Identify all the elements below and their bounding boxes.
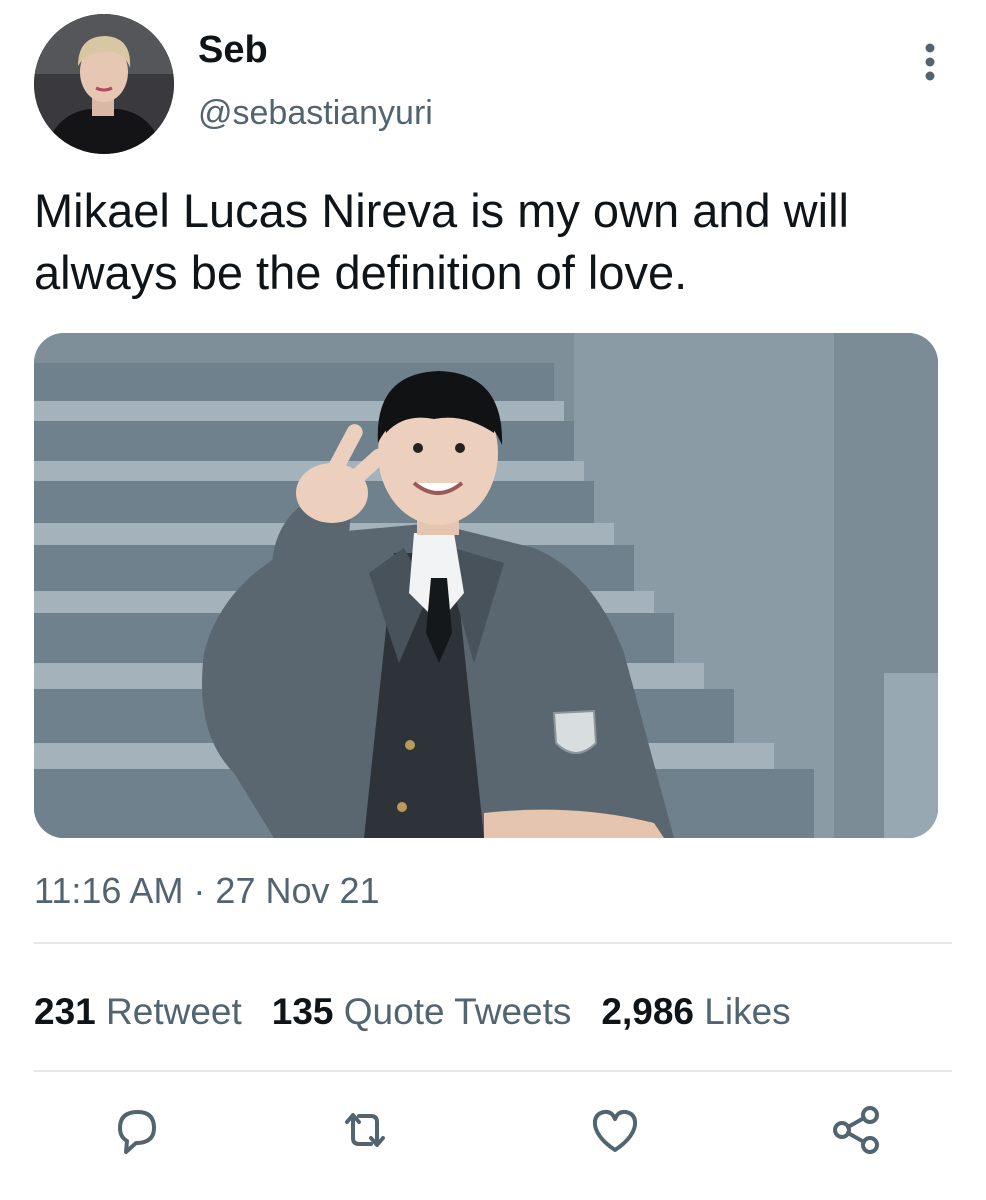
retweets-stat[interactable]: 231 Retweet xyxy=(34,990,242,1034)
user-handle[interactable]: @sebastianyuri xyxy=(198,93,433,133)
retweet-icon[interactable] xyxy=(335,1100,395,1160)
display-name[interactable]: Seb xyxy=(198,30,268,70)
share-icon[interactable] xyxy=(826,1100,886,1160)
tweet-media-photo[interactable] xyxy=(34,333,938,838)
likes-count: 2,986 xyxy=(601,991,694,1032)
likes-stat[interactable]: 2,986 Likes xyxy=(601,990,790,1034)
quote-tweets-label: Quote Tweets xyxy=(343,991,572,1032)
tweet-stats: 231 Retweet 135 Quote Tweets 2,986 Likes xyxy=(34,990,791,1034)
more-options-icon[interactable] xyxy=(912,42,948,82)
retweets-count: 231 xyxy=(34,991,96,1032)
reply-icon[interactable] xyxy=(106,1100,166,1160)
tweet-text: Mikael Lucas Nireva is my own and will a… xyxy=(34,184,849,299)
tweet-card: Seb @sebastianyuri Mikael Lucas Nireva i… xyxy=(0,0,986,1200)
likes-label: Likes xyxy=(704,991,791,1032)
retweets-label: Retweet xyxy=(106,991,242,1032)
quote-tweets-stat[interactable]: 135 Quote Tweets xyxy=(272,990,572,1034)
tweet-timestamp[interactable]: 11:16 AM · 27 Nov 21 xyxy=(34,870,380,912)
avatar-image xyxy=(34,14,174,154)
tweet-actions-bar xyxy=(0,1100,986,1170)
divider xyxy=(34,1070,952,1072)
heart-icon[interactable] xyxy=(585,1100,645,1160)
quote-tweets-count: 135 xyxy=(271,991,334,1032)
avatar[interactable] xyxy=(34,14,174,154)
divider xyxy=(34,942,952,944)
